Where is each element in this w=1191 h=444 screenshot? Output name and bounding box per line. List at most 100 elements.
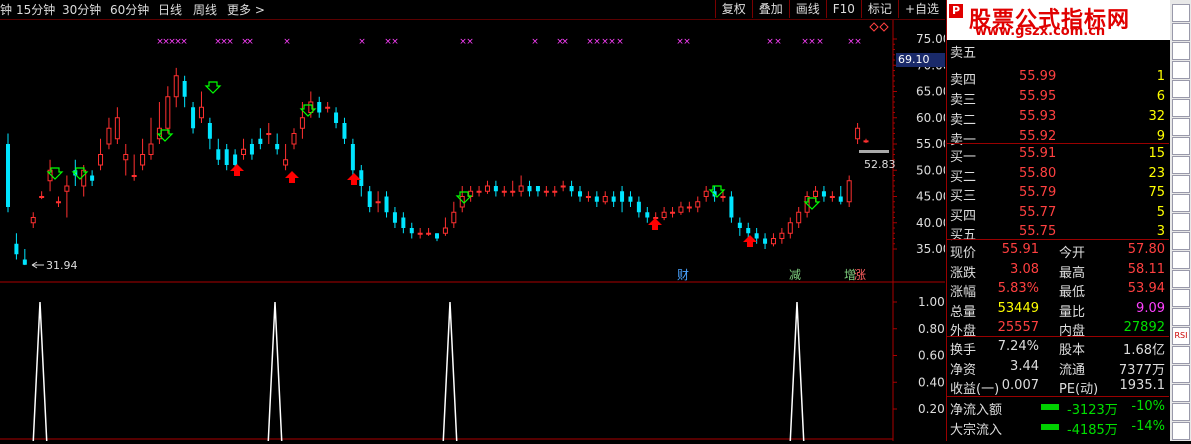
- buy-arrow: [708, 185, 726, 198]
- candle-body: [114, 117, 120, 140]
- period-30min[interactable]: 30分钟: [62, 1, 101, 18]
- indicator-line: [32, 301, 805, 444]
- quote-row: 涨跌 3.08 最高 58.11: [947, 260, 1169, 281]
- tool-icon[interactable]: [1172, 365, 1190, 383]
- tool-icon[interactable]: [1172, 403, 1190, 421]
- tool-icon[interactable]: [1172, 61, 1190, 79]
- tool-icon[interactable]: [1172, 80, 1190, 98]
- candle-body: [283, 159, 289, 166]
- candle-body: [855, 127, 861, 140]
- candle-body: [569, 186, 574, 192]
- signal-marker: ×: [766, 37, 774, 47]
- restore-rights-button[interactable]: 复权: [714, 0, 752, 18]
- tool-icon[interactable]: [1172, 289, 1190, 307]
- candle-body: [560, 185, 566, 188]
- candle-body: [620, 191, 625, 202]
- flow-label: 净流入额: [950, 403, 1003, 418]
- indicator-axis-label: 0.20: [918, 402, 945, 416]
- period-60min[interactable]: 60分钟: [110, 1, 149, 18]
- tool-icon[interactable]: [1172, 137, 1190, 155]
- tool-icon-strip: RSI: [1170, 0, 1191, 441]
- candle-body: [729, 196, 734, 218]
- buy-price: 55.80: [1019, 165, 1057, 181]
- period-daily[interactable]: 日线: [158, 1, 182, 18]
- signal-marker: ×: [226, 37, 234, 47]
- candle-body: [737, 222, 742, 228]
- add-watchlist-button[interactable]: +自选: [897, 0, 945, 18]
- mark-button[interactable]: 标记: [860, 0, 898, 18]
- f10-button[interactable]: F10: [825, 0, 861, 18]
- candle-body: [829, 196, 835, 198]
- tool-icon[interactable]: [1172, 384, 1190, 402]
- marker-bar: [859, 150, 889, 153]
- tool-icon[interactable]: [1172, 99, 1190, 117]
- candle-body: [275, 144, 280, 150]
- quote-label: 今开: [1059, 246, 1086, 261]
- stat-label: PE(动): [1059, 382, 1099, 397]
- tool-icon[interactable]: [1172, 308, 1190, 326]
- tool-icon[interactable]: [1172, 156, 1190, 174]
- price-axis-label: 35.00: [916, 242, 945, 256]
- candle-body: [409, 228, 414, 234]
- buy-level-label: 买二: [950, 169, 977, 185]
- indicator-axis-label: 0.80: [918, 322, 945, 336]
- tool-icon[interactable]: [1172, 232, 1190, 250]
- tool-icon[interactable]: [1172, 4, 1190, 22]
- candle-body: [435, 233, 439, 239]
- tool-icon[interactable]: [1172, 118, 1190, 136]
- draw-line-button[interactable]: 画线: [788, 0, 826, 18]
- flow-value: -3123万: [1067, 403, 1118, 418]
- candle-body: [578, 191, 582, 197]
- kline-chart[interactable]: 75.0070.0065.0060.0055.0050.0045.0040.00…: [0, 20, 950, 444]
- candle-body: [224, 149, 229, 165]
- tool-icon[interactable]: [1172, 23, 1190, 41]
- quote-value: 25557: [997, 320, 1039, 335]
- sell-price: 55.95: [1019, 89, 1057, 104]
- buy-price: 55.75: [1019, 224, 1057, 239]
- quote-panel: P 股票公式指标网 www.gszx.com.cn 卖五 卖四 55.99 1 …: [946, 0, 1171, 441]
- sell-row: 卖四 55.99 1: [947, 67, 1169, 88]
- price-axis-label: 75.00: [916, 32, 945, 46]
- candle-body: [602, 196, 608, 203]
- sell-price: 55.99: [1019, 69, 1057, 84]
- chart-area[interactable]: 75.0070.0065.0060.0055.0050.0045.0040.00…: [0, 20, 950, 444]
- stat-value: 1.68亿: [1123, 343, 1165, 358]
- buy-level-label: 买四: [950, 208, 977, 224]
- quote-label: 涨跌: [950, 265, 977, 281]
- candle-body: [392, 212, 397, 223]
- diamond-marker: [869, 22, 879, 32]
- candle-body: [611, 196, 616, 202]
- candle-body: [165, 96, 171, 129]
- period-15min[interactable]: 15分钟: [16, 1, 55, 18]
- tool-icon[interactable]: [1172, 251, 1190, 269]
- tool-icon[interactable]: [1172, 213, 1190, 231]
- quote-label: 总量: [950, 304, 977, 320]
- tool-icon[interactable]: [1172, 175, 1190, 193]
- sell-volume: 1: [1156, 69, 1165, 84]
- overlay-button[interactable]: 叠加: [751, 0, 789, 18]
- quote-value: 9.09: [1136, 300, 1165, 316]
- candle-body: [359, 170, 364, 186]
- tool-icon[interactable]: [1172, 194, 1190, 212]
- candle-body: [535, 186, 540, 192]
- candle-body: [585, 196, 591, 198]
- candle-body: [695, 201, 701, 208]
- tool-icon[interactable]: [1172, 42, 1190, 60]
- candle-body: [98, 154, 104, 166]
- tool-icon[interactable]: RSI: [1172, 327, 1190, 345]
- period-more[interactable]: 更多 >: [227, 1, 265, 18]
- tool-icon[interactable]: [1172, 270, 1190, 288]
- candle-body: [863, 140, 869, 143]
- quote-label: 最低: [1059, 285, 1086, 300]
- period-weekly[interactable]: 周线: [193, 1, 217, 18]
- sell-volume: 6: [1156, 89, 1165, 104]
- candle-body: [6, 144, 10, 207]
- tool-icon[interactable]: [1172, 346, 1190, 364]
- price-axis-label: 50.00: [916, 163, 945, 177]
- tool-icon[interactable]: [1172, 422, 1190, 440]
- candle-body: [241, 148, 247, 155]
- flow-bar: [1041, 404, 1059, 410]
- period-1min[interactable]: 钟: [0, 1, 12, 18]
- candle-body: [678, 206, 684, 213]
- candle-body: [543, 190, 549, 193]
